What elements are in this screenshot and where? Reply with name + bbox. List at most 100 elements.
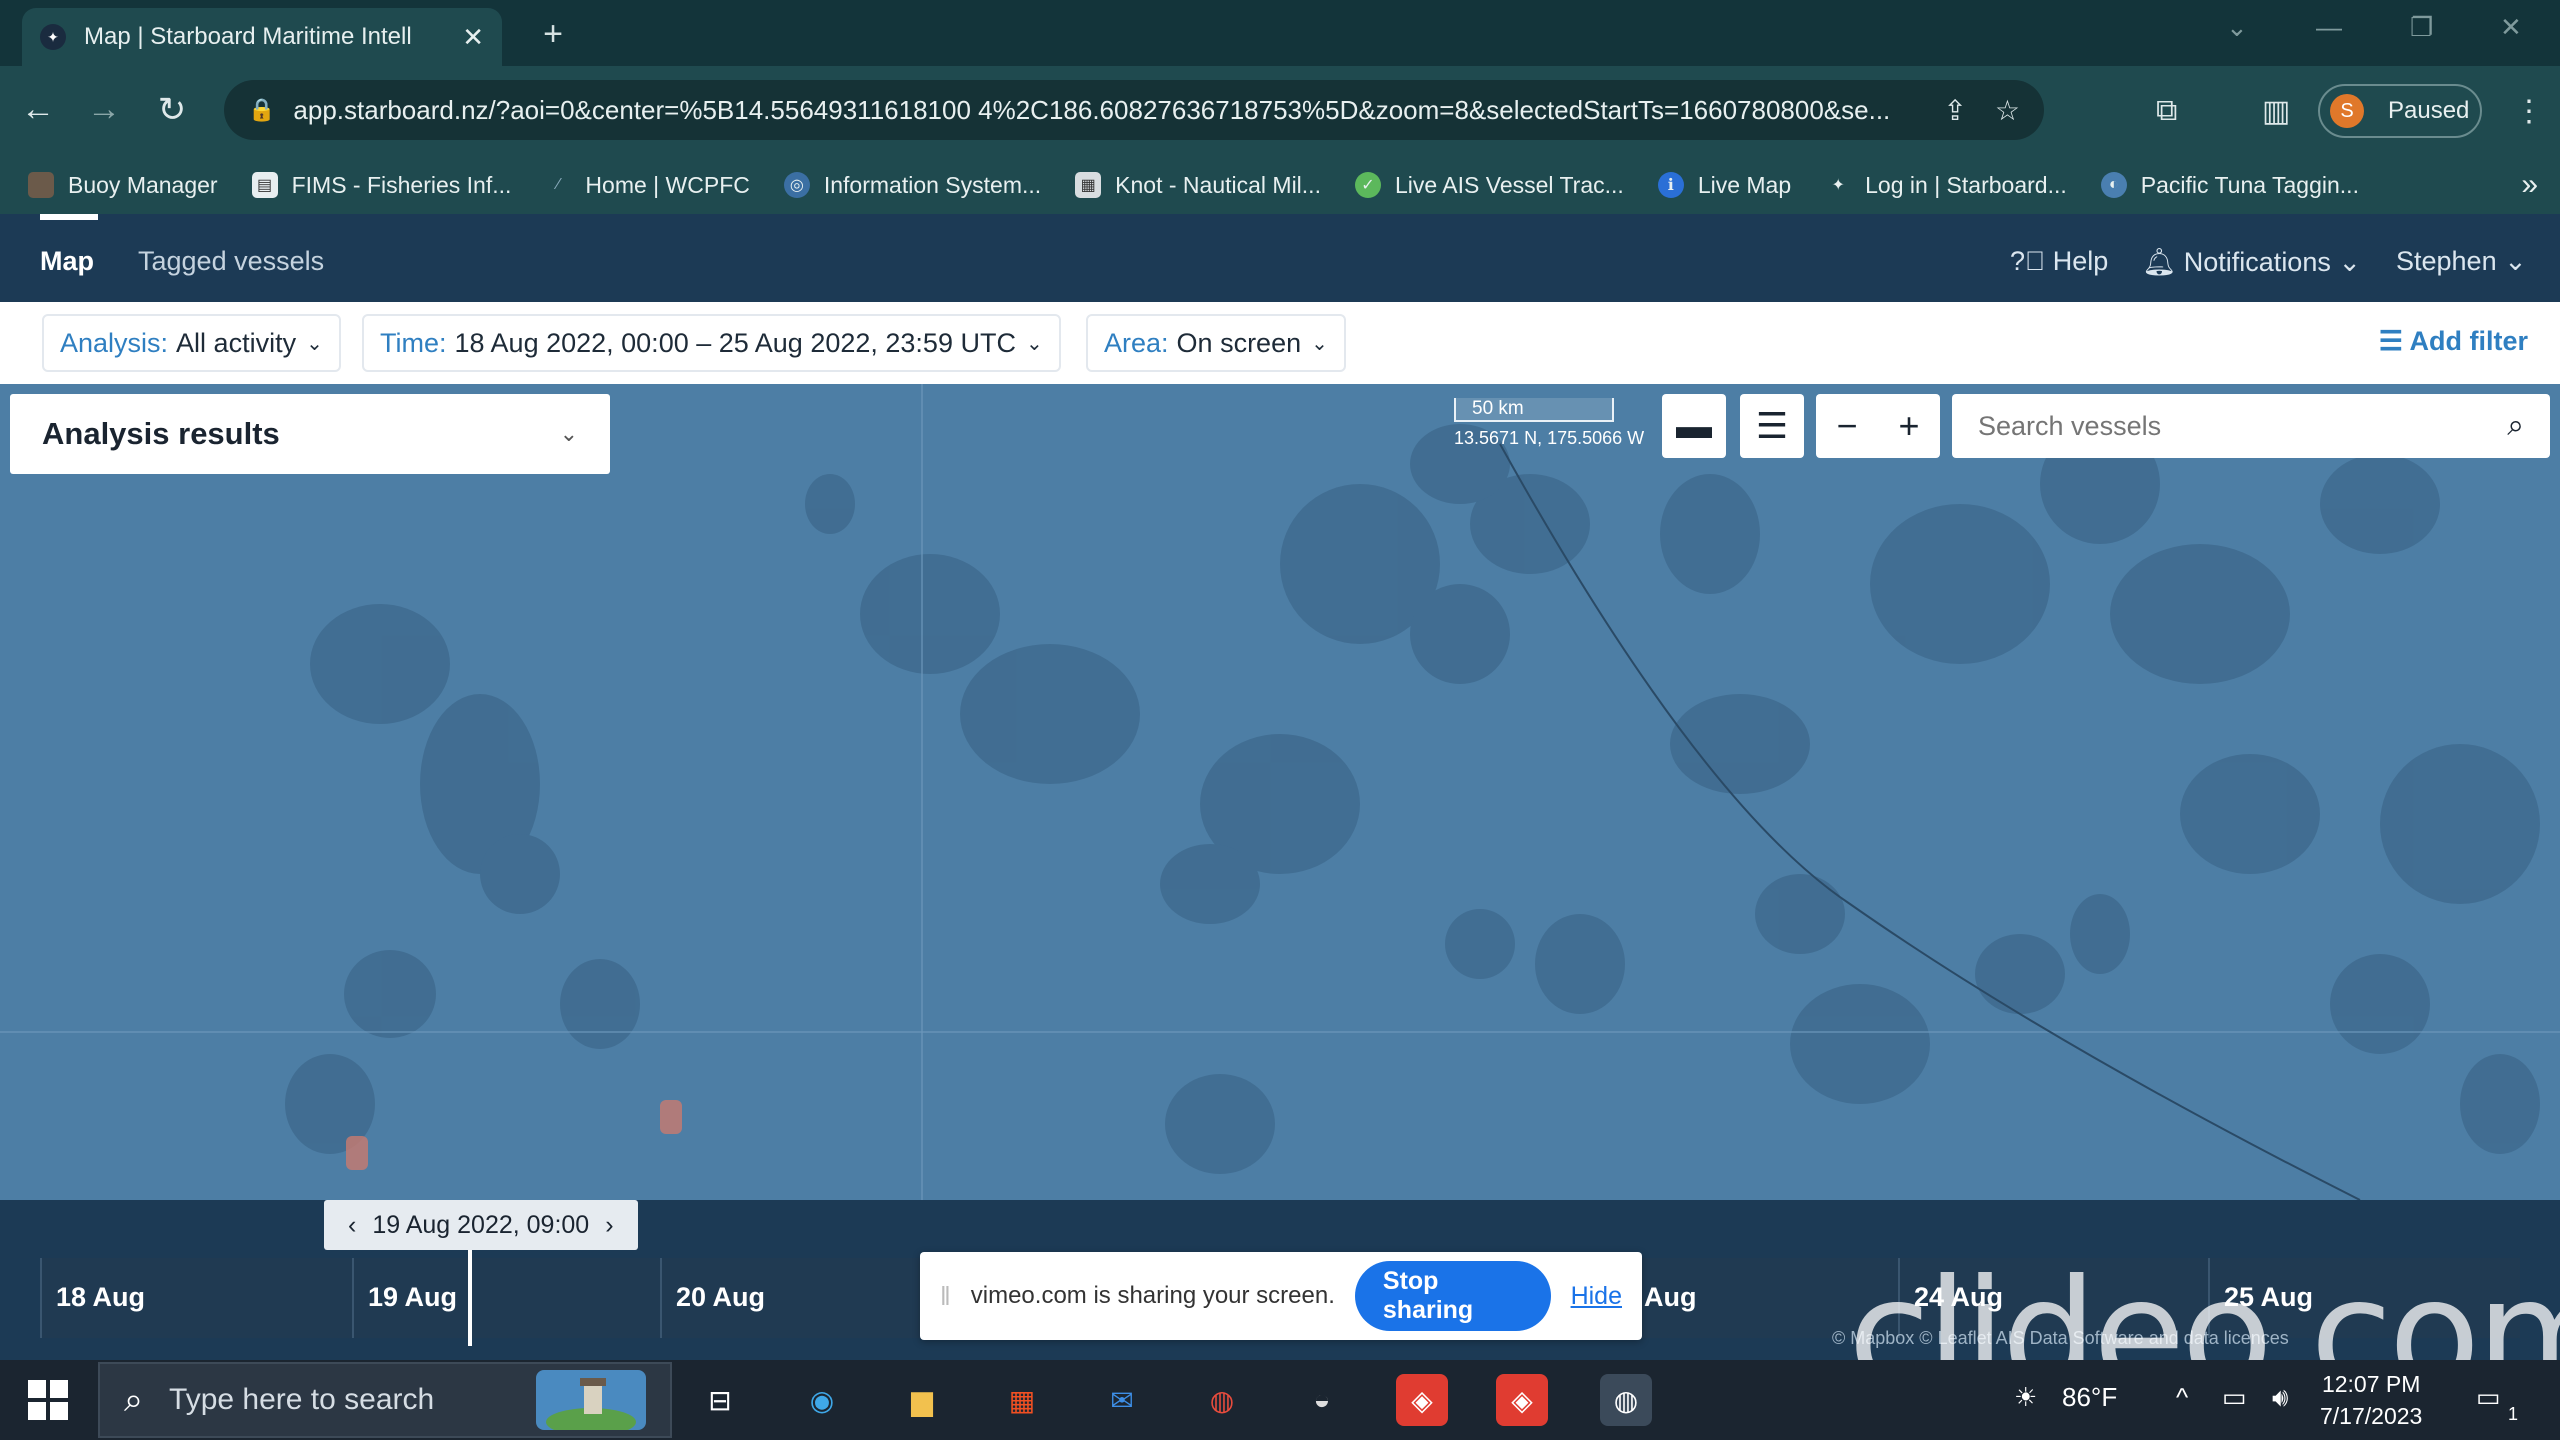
back-arrow-icon[interactable]: ← bbox=[16, 90, 60, 129]
restore-window-icon[interactable]: ❐ bbox=[2410, 12, 2433, 43]
drag-handle-icon[interactable]: ‖ bbox=[940, 1281, 951, 1312]
network-icon[interactable]: ▭ bbox=[2222, 1382, 2247, 1413]
live-map-icon: ℹ bbox=[1657, 172, 1684, 198]
taskbar-search[interactable]: ⌕ Type here to search bbox=[98, 1362, 672, 1438]
tab-map[interactable]: Map bbox=[40, 246, 94, 277]
ruler-button[interactable]: ▬ bbox=[1662, 394, 1726, 458]
system-clock[interactable]: 12:07 PM 7/17/2023 bbox=[2320, 1368, 2422, 1432]
timeline-selected-time[interactable]: ‹ 19 Aug 2022, 09:00 › bbox=[324, 1200, 638, 1250]
weather-icon[interactable]: ☀ bbox=[2014, 1382, 2037, 1413]
bookmark-item[interactable]: ✦ Log in | Starboard... bbox=[1825, 172, 2066, 199]
stop-sharing-button[interactable]: Stop sharing bbox=[1354, 1261, 1551, 1331]
buoy-icon bbox=[28, 172, 54, 198]
tab-title: Map | Starboard Maritime Intell bbox=[84, 23, 412, 50]
volume-icon[interactable]: 🔊︎ bbox=[2272, 1382, 2288, 1414]
bookmark-item[interactable]: ◎ Information System... bbox=[783, 172, 1041, 199]
bookmarks-bar: Buoy Manager ▤ FIMS - Fisheries Inf... ⁄ H… bbox=[0, 156, 2560, 214]
share-message: vimeo.com is sharing your screen. bbox=[970, 1282, 1335, 1309]
more-bookmarks-icon[interactable]: » bbox=[2521, 168, 2538, 202]
chevron-down-icon[interactable]: ⌄ bbox=[560, 421, 578, 447]
filter-bar: Analysis: All activity ⌄ Time: 18 Aug 20… bbox=[0, 302, 2560, 384]
scale-indicator: 50 km 13.5671 N, 175.5066 W bbox=[1454, 398, 1654, 449]
globe-icon: ◎ bbox=[783, 172, 810, 198]
bookmark-item[interactable]: ▦ Knot - Nautical Mil... bbox=[1075, 172, 1321, 199]
layers-icon: ☰ bbox=[1755, 405, 1789, 446]
bookmark-item[interactable]: ◐ Pacific Tuna Taggin... bbox=[2100, 172, 2359, 199]
browser-toolbar: ← → ↻ 🔒 app.starboard.nz/?aoi=0&center=%… bbox=[0, 66, 2560, 156]
search-icon[interactable]: ⌕ bbox=[2507, 409, 2524, 443]
ais-check-icon: ✓ bbox=[1354, 172, 1381, 198]
bookmark-item[interactable]: ⁄ Home | WCPFC bbox=[545, 172, 750, 199]
add-filter-button[interactable]: ☰ Add filter bbox=[2379, 326, 2528, 357]
browser-tab[interactable]: ✦ Map | Starboard Maritime Intell ✕ bbox=[22, 8, 502, 66]
avatar: S bbox=[2330, 94, 2364, 128]
reload-icon[interactable]: ↻ bbox=[150, 90, 194, 130]
share-icon[interactable]: ⇪ bbox=[1943, 94, 1966, 127]
chrome-active-icon[interactable]: ◍ bbox=[1600, 1374, 1652, 1426]
browser-menu-icon[interactable]: ⋮ bbox=[2514, 94, 2544, 129]
tray-chevron-icon[interactable]: ^ bbox=[2176, 1382, 2188, 1413]
bookmark-item[interactable]: ✓ Live AIS Vessel Trac... bbox=[1354, 172, 1624, 199]
time-filter[interactable]: Time: 18 Aug 2022, 00:00 – 25 Aug 2022, … bbox=[362, 314, 1061, 372]
bookmark-item[interactable]: ▤ FIMS - Fisheries Inf... bbox=[251, 172, 511, 199]
chevron-right-icon[interactable]: › bbox=[605, 1211, 613, 1240]
close-window-icon[interactable]: ✕ bbox=[2500, 12, 2522, 43]
bookmark-item[interactable]: Buoy Manager bbox=[28, 172, 218, 199]
search-input[interactable] bbox=[1978, 410, 2508, 442]
timeline-day[interactable]: 18 Aug bbox=[40, 1258, 352, 1338]
map-canvas[interactable]: Analysis results ⌄ 50 km 13.5671 N, 175.… bbox=[0, 384, 2560, 1200]
tab-tagged-vessels[interactable]: Tagged vessels bbox=[138, 246, 324, 277]
analysis-results-panel[interactable]: Analysis results ⌄ bbox=[10, 394, 610, 474]
notification-count: 1 bbox=[2508, 1404, 2519, 1424]
calculator-icon: ▦ bbox=[1075, 172, 1102, 198]
store-icon[interactable]: ▦ bbox=[996, 1374, 1048, 1426]
profile-status: Paused bbox=[2388, 97, 2470, 124]
wcpfc-icon: ⁄ bbox=[557, 176, 560, 193]
clock-date: 7/17/2023 bbox=[2320, 1403, 2423, 1429]
vpn-icon[interactable]: ◒ bbox=[1296, 1374, 1348, 1426]
vessel-marker[interactable] bbox=[660, 1100, 682, 1134]
zoom-out-button[interactable]: − bbox=[1836, 405, 1857, 447]
user-menu[interactable]: Stephen ⌄ bbox=[2396, 246, 2527, 277]
timeline-cursor[interactable] bbox=[468, 1250, 472, 1346]
chevron-down-icon: ⌄ bbox=[2330, 247, 2361, 277]
mail-icon[interactable]: ✉ bbox=[1096, 1374, 1148, 1426]
extensions-puzzle-icon[interactable]: ⧉ bbox=[2156, 94, 2177, 128]
layers-button[interactable]: ☰ bbox=[1740, 394, 1804, 458]
side-panel-icon[interactable]: ▥ bbox=[2262, 94, 2290, 129]
anydesk-icon-2[interactable]: ◈ bbox=[1496, 1374, 1548, 1426]
edge-icon[interactable]: ◉ bbox=[796, 1374, 848, 1426]
windows-taskbar: ⌕ Type here to search ⊟ ◉ ▆ ▦ ✉ ◍ ◒ ◈ ◈ … bbox=[0, 1360, 2560, 1440]
file-explorer-icon[interactable]: ▆ bbox=[896, 1374, 948, 1426]
profile-button[interactable]: S Paused bbox=[2318, 84, 2482, 138]
tab-search-chevron-icon[interactable]: ⌄ bbox=[2226, 12, 2248, 43]
analysis-filter[interactable]: Analysis: All activity ⌄ bbox=[42, 314, 341, 372]
forward-arrow-icon[interactable]: → bbox=[82, 90, 126, 129]
anydesk-icon[interactable]: ◈ bbox=[1396, 1374, 1448, 1426]
lock-icon[interactable]: 🔒 bbox=[248, 97, 275, 123]
vessel-search[interactable]: ⌕ bbox=[1952, 394, 2550, 458]
coordinate-readout: 13.5671 N, 175.5066 W bbox=[1454, 428, 1645, 448]
task-view-icon[interactable]: ⊟ bbox=[694, 1374, 746, 1426]
windows-start-icon[interactable] bbox=[28, 1380, 68, 1420]
minimize-window-icon[interactable]: — bbox=[2316, 12, 2342, 43]
bookmark-star-icon[interactable]: ☆ bbox=[1995, 94, 2020, 127]
chrome-icon[interactable]: ◍ bbox=[1196, 1374, 1248, 1426]
chevron-down-icon: ⌄ bbox=[2496, 246, 2527, 276]
help-link[interactable]: ?⃝ Help bbox=[2010, 246, 2108, 277]
tab-close-icon[interactable]: ✕ bbox=[462, 22, 484, 53]
address-bar[interactable]: 🔒 app.starboard.nz/?aoi=0&center=%5B14.5… bbox=[224, 80, 2044, 140]
new-tab-button[interactable]: + bbox=[532, 14, 574, 56]
hide-link[interactable]: Hide bbox=[1571, 1282, 1622, 1311]
notification-center-icon[interactable]: ▭ bbox=[2476, 1382, 2501, 1413]
bookmark-item[interactable]: ℹ Live Map bbox=[1657, 172, 1791, 199]
notifications-menu[interactable]: 🔔︎ Notifications ⌄ bbox=[2142, 246, 2361, 278]
zoom-in-button[interactable]: + bbox=[1898, 405, 1919, 447]
weather-temp[interactable]: 86°F bbox=[2062, 1382, 2117, 1413]
vessel-marker[interactable] bbox=[346, 1136, 368, 1170]
timeline-day[interactable]: 19 Aug bbox=[352, 1258, 660, 1338]
url-text: app.starboard.nz/?aoi=0&center=%5B14.556… bbox=[293, 94, 1891, 125]
area-filter[interactable]: Area: On screen ⌄ bbox=[1086, 314, 1346, 372]
starboard-icon: ✦ bbox=[1831, 177, 1845, 194]
chevron-left-icon[interactable]: ‹ bbox=[348, 1211, 356, 1240]
